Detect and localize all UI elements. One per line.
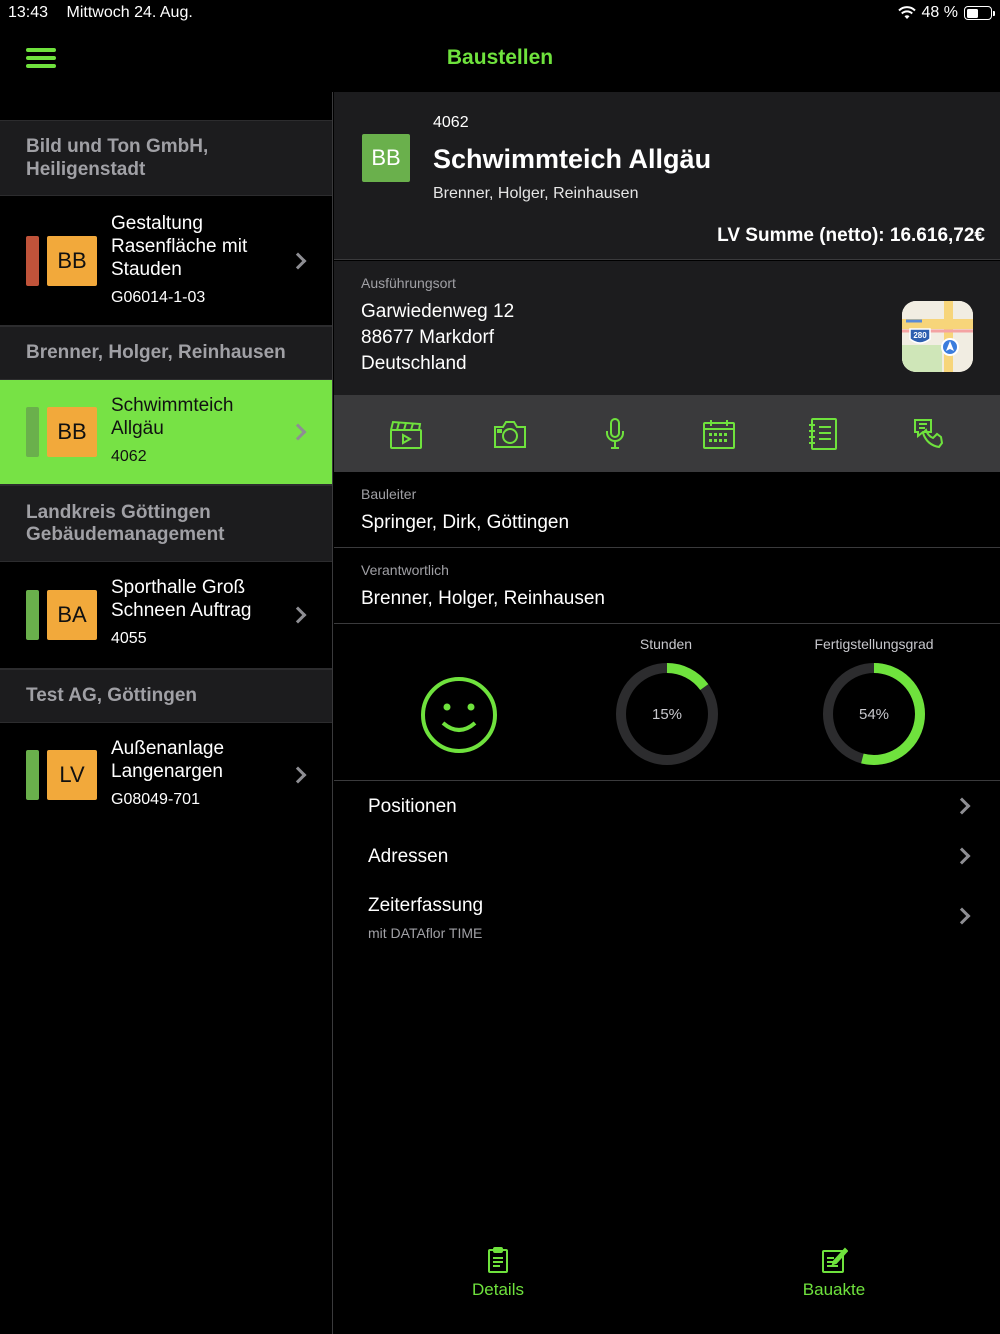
- menu-label: Zeiterfassung: [368, 895, 484, 916]
- chevron-right-icon: [289, 252, 307, 269]
- menu-label: Adressen: [368, 846, 449, 867]
- microphone-icon[interactable]: [595, 414, 635, 454]
- project-number: 4062: [433, 114, 469, 131]
- project-owner: Brenner, Holger, Reinhausen: [433, 185, 639, 202]
- project-badge: BB: [47, 235, 97, 286]
- chevron-right-icon: [289, 766, 307, 784]
- smiley-icon: [419, 675, 499, 760]
- lv-sum: LV Summe (netto): 16.616,72€: [717, 225, 985, 246]
- project-badge: BA: [47, 590, 97, 640]
- camera-icon[interactable]: [490, 414, 530, 454]
- section-header: Bild und Ton GmbH, Heiligenstadt: [0, 120, 332, 196]
- tab-details[interactable]: Details: [418, 1232, 578, 1300]
- tab-bar: Details Bauakte: [334, 1232, 1000, 1334]
- battery-icon: [964, 6, 995, 20]
- nav-bar: Baustellen: [0, 28, 1000, 92]
- apple-maps-icon[interactable]: 280: [902, 301, 973, 372]
- chevron-right-icon: [289, 423, 307, 441]
- chevron-right-icon: [289, 606, 307, 624]
- location-label: Ausführungsort: [361, 275, 456, 291]
- verantwortlich-row: Verantwortlich Brenner, Holger, Reinhaus…: [334, 548, 1000, 624]
- battery-fill: [966, 8, 978, 18]
- project-name: Schwimmteich Allgäu: [433, 144, 712, 174]
- battery-percent: 48 %: [921, 4, 958, 21]
- section-header: Test AG, Göttingen: [0, 669, 332, 723]
- status-bar-indicator: [26, 750, 39, 800]
- progress-stats: Stunden 15% Fertigstellungsgrad 54%: [334, 625, 1000, 781]
- list-item-sporthalle[interactable]: BA Sporthalle Groß Schneen Auftrag 4055: [0, 562, 332, 669]
- fertig-percent: 54%: [858, 706, 890, 723]
- status-left: 13:43 Mittwoch 24. Aug.: [8, 4, 207, 22]
- section-header: Landkreis Göttingen Gebäudemanagement: [0, 485, 332, 562]
- edit-document-icon: [822, 1247, 848, 1273]
- menu-adressen[interactable]: Adressen: [334, 832, 1000, 882]
- item-code: G06014-1-03: [111, 289, 206, 306]
- detail-pane: BB 4062 Schwimmteich Allgäu Brenner, Hol…: [334, 92, 1000, 1334]
- bauleiter-value: Springer, Dirk, Göttingen: [361, 512, 570, 533]
- verantwortlich-label: Verantwortlich: [361, 562, 449, 578]
- menu-label: Positionen: [368, 796, 457, 817]
- fertig-label: Fertigstellungsgrad: [814, 636, 934, 652]
- verantwortlich-value: Brenner, Holger, Reinhausen: [361, 588, 605, 609]
- status-right: 48 %: [897, 4, 995, 22]
- clapperboard-icon[interactable]: [386, 414, 426, 454]
- bauleiter-row: Bauleiter Springer, Dirk, Göttingen: [334, 472, 1000, 548]
- item-title: Außenanlage Langenargen: [111, 738, 225, 782]
- project-badge: BB: [47, 407, 97, 457]
- clipboard-icon: [488, 1247, 508, 1273]
- item-title: Gestaltung Rasenfläche mit Stauden: [111, 213, 248, 280]
- chevron-right-icon: [953, 797, 971, 815]
- calendar-icon[interactable]: [699, 414, 739, 454]
- list-item-schwimmteich[interactable]: BB Schwimmteich Allgäu 4062: [0, 380, 332, 485]
- status-time: 13:43: [8, 4, 49, 21]
- stunden-percent: 15%: [651, 706, 683, 723]
- status-bar-indicator: [26, 235, 39, 286]
- tab-label: Details: [472, 1280, 524, 1299]
- menu-positionen[interactable]: Positionen: [334, 782, 1000, 832]
- item-title: Schwimmteich Allgäu: [111, 395, 234, 439]
- tab-label: Bauakte: [802, 1280, 866, 1299]
- bauleiter-label: Bauleiter: [361, 486, 417, 502]
- list-item-gestaltung[interactable]: BB Gestaltung Rasenfläche mit Stauden G0…: [0, 196, 332, 326]
- status-date: Mittwoch 24. Aug.: [66, 4, 193, 21]
- project-badge: BB: [362, 134, 410, 182]
- chevron-right-icon: [953, 847, 971, 865]
- section-header: Brenner, Holger, Reinhausen: [0, 326, 332, 380]
- page-title: Baustellen: [446, 46, 554, 69]
- menu-zeiterfassung[interactable]: Zeiterfassung mit DATAflor TIME: [334, 882, 1000, 952]
- item-title: Sporthalle Groß Schneen Auftrag: [111, 577, 252, 621]
- item-code: G08049-701: [111, 791, 200, 808]
- address-country: Deutschland: [361, 353, 467, 374]
- address-street: Garwiedenweg 12: [361, 301, 515, 322]
- status-bar: 13:43 Mittwoch 24. Aug. 48 %: [0, 0, 1000, 28]
- item-code: 4062: [111, 448, 147, 465]
- svg-text:280: 280: [913, 331, 927, 340]
- address-card: Ausführungsort Garwiedenweg 12 88677 Mar…: [334, 261, 1000, 395]
- phone-icon[interactable]: [908, 414, 948, 454]
- menu-sublabel: mit DATAflor TIME: [368, 925, 483, 941]
- stunden-label: Stunden: [639, 636, 693, 652]
- action-toolbar: [334, 395, 1000, 472]
- status-bar-indicator: [26, 590, 39, 640]
- address-city: 88677 Markdorf: [361, 327, 495, 348]
- tab-bauakte[interactable]: Bauakte: [754, 1232, 914, 1300]
- list-item-aussenanlage[interactable]: LV Außenanlage Langenargen G08049-701: [0, 723, 332, 827]
- project-header: BB 4062 Schwimmteich Allgäu Brenner, Hol…: [334, 92, 1000, 260]
- wifi-icon: [897, 6, 916, 19]
- sidebar: Bild und Ton GmbH, Heiligenstadt BB Gest…: [0, 92, 333, 1334]
- notes-icon[interactable]: [803, 414, 843, 454]
- chevron-right-icon: [953, 907, 971, 925]
- status-bar-indicator: [26, 407, 39, 457]
- project-badge: LV: [47, 750, 97, 800]
- item-code: 4055: [111, 630, 147, 647]
